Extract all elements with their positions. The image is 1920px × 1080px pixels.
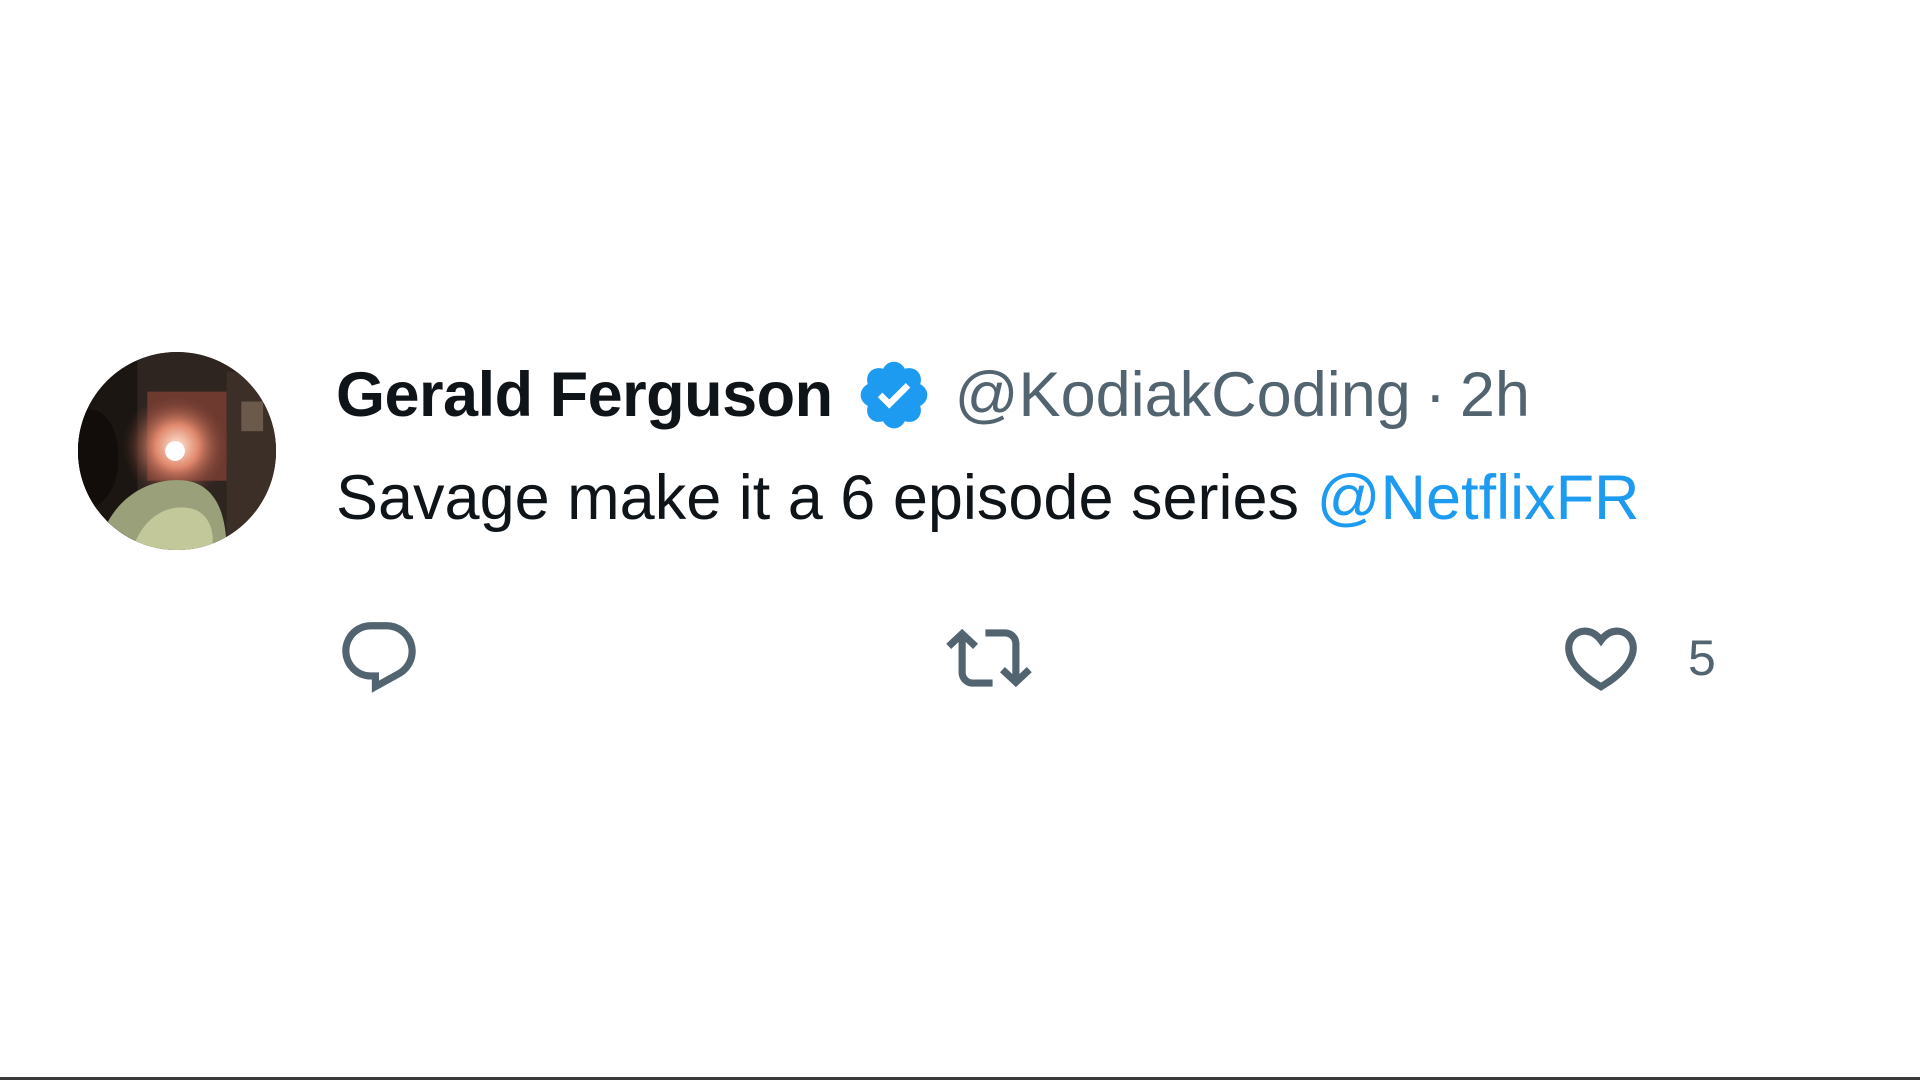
profile-photo <box>78 352 276 550</box>
tweet-text-body: Savage make it a 6 episode series <box>336 463 1300 533</box>
repost-arrows-icon <box>946 615 1032 701</box>
tweet-text: Savage make it a 6 episode series @Netfl… <box>336 462 1640 534</box>
user-handle[interactable]: @KodiakCoding <box>955 359 1411 431</box>
heart-icon <box>1558 615 1644 701</box>
verified-badge-icon[interactable] <box>855 356 933 434</box>
like-count: 5 <box>1688 630 1716 686</box>
mention-link[interactable]: @NetflixFR <box>1317 463 1640 533</box>
screen: Gerald Ferguson @KodiakCoding · 2h Savag… <box>0 0 1920 1080</box>
tweet-header: Gerald Ferguson @KodiakCoding · 2h <box>336 360 1530 430</box>
avatar[interactable] <box>78 352 276 550</box>
action-bar: 5 <box>336 618 1716 698</box>
like-button[interactable]: 5 <box>1558 618 1716 698</box>
display-name[interactable]: Gerald Ferguson <box>336 359 833 431</box>
timestamp[interactable]: 2h <box>1460 359 1530 431</box>
repost-button[interactable] <box>946 618 1032 698</box>
tweet-card[interactable]: Gerald Ferguson @KodiakCoding · 2h Savag… <box>78 350 1878 710</box>
reply-button[interactable] <box>336 618 422 698</box>
separator-dot: · <box>1424 360 1446 430</box>
speech-bubble-icon <box>336 615 422 701</box>
